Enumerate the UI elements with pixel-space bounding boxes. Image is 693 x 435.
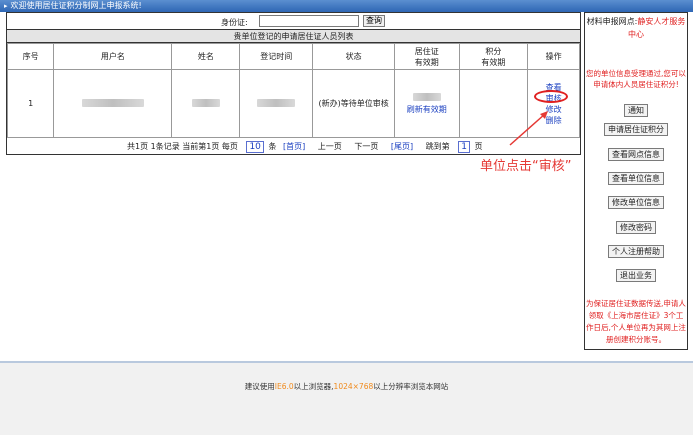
col-score-validity: 积分 有效期 xyxy=(458,43,529,70)
footer: 建议使用IE6.0以上浏览器,1024×768以上分辨率浏览本网站 xyxy=(0,361,693,435)
sidebar-bottom-note: 为保证居住证数据传送,申请人领取《上海市居住证》3个工作日后,个人单位再为其网上… xyxy=(586,299,686,344)
pagination-bar: 共1页 1条记录 当前第1页 每页 10 条 [首页] 上一页 下一页 [尾页]… xyxy=(7,139,580,155)
last-page-link[interactable]: [尾页] xyxy=(391,139,413,155)
row-username xyxy=(53,69,173,138)
col-permit-validity: 居住证 有效期 xyxy=(394,43,460,70)
sidebar-approval-note: 您的单位信息受理通过,您可以申请体内人员居住证积分! xyxy=(586,69,686,89)
row-score-validity xyxy=(458,69,529,138)
next-page-link[interactable]: 下一页 xyxy=(354,139,378,155)
redacted-time xyxy=(257,98,296,107)
page-summary: 共1页 1条记录 当前第1页 每页 xyxy=(127,142,238,151)
row-index: 1 xyxy=(6,69,55,138)
id-card-label: 身份证: xyxy=(221,18,248,27)
col-username: 用户名 xyxy=(53,43,173,70)
view-service-point-button[interactable]: 查看网点信息 xyxy=(608,148,664,161)
notice-button[interactable]: 通知 xyxy=(624,104,648,117)
col-register-time: 登记时间 xyxy=(239,43,314,70)
goto-page-input[interactable]: 1 xyxy=(458,141,470,153)
page-size-unit: 条 xyxy=(268,142,277,151)
browser-recommendation: 建议使用IE6.0以上浏览器,1024×768以上分辨率浏览本网站 xyxy=(0,381,693,392)
goto-unit: 页 xyxy=(474,142,483,151)
change-password-button[interactable]: 修改密码 xyxy=(616,221,656,234)
edit-unit-info-button[interactable]: 修改单位信息 xyxy=(608,196,664,209)
prev-page-link[interactable]: 上一页 xyxy=(318,139,342,155)
service-point-value: 静安人才服务中心 xyxy=(628,17,686,39)
col-name: 姓名 xyxy=(171,43,241,70)
footer-browser: IE6.0 xyxy=(274,382,294,391)
welcome-text: 欢迎使用居住证积分制网上申报系统! xyxy=(10,1,142,10)
logout-button[interactable]: 退出业务 xyxy=(616,269,656,282)
footer-prefix: 建议使用 xyxy=(244,382,275,391)
apply-score-button[interactable]: 申请居住证积分 xyxy=(604,123,668,136)
page-size-input[interactable]: 10 xyxy=(246,141,264,153)
edit-link[interactable]: 修改 xyxy=(528,104,579,115)
footer-suffix: 以上分辨率浏览本网站 xyxy=(373,382,449,391)
first-page-link[interactable]: [首页] xyxy=(283,139,305,155)
top-banner: ▸ 欢迎使用居住证积分制网上申报系统! xyxy=(0,0,693,12)
applicant-table: 序号 用户名 姓名 登记时间 状态 居住证 有效期 积分 有效期 操作 1 (新… xyxy=(6,43,580,138)
row-register-time xyxy=(239,69,314,138)
row-name xyxy=(171,69,241,138)
sidebar-service-point: 材料申报网点:静安人才服务中心 xyxy=(585,15,687,41)
register-help-button[interactable]: 个人注册帮助 xyxy=(608,245,664,258)
goto-label: 跳到第 xyxy=(425,142,450,151)
id-card-input[interactable] xyxy=(259,15,359,27)
table-header-row: 序号 用户名 姓名 登记时间 状态 居住证 有效期 积分 有效期 操作 xyxy=(6,43,580,70)
query-button[interactable]: 查询 xyxy=(363,15,385,27)
col-index: 序号 xyxy=(6,43,55,70)
footer-resolution: 1024×768 xyxy=(333,382,374,391)
redacted-username xyxy=(81,98,144,107)
footer-mid: 以上浏览器, xyxy=(293,382,334,391)
row-status: (新办)等待单位审核 xyxy=(312,69,396,138)
service-point-label: 材料申报网点: xyxy=(586,17,638,26)
main-panel: 身份证: 查询 贵单位登记的申请居住证人员列表 序号 用户名 姓名 登记时间 状… xyxy=(6,12,581,155)
col-operations: 操作 xyxy=(527,43,580,70)
annotation-text: 单位点击“审核” xyxy=(480,159,572,174)
view-unit-info-button[interactable]: 查看单位信息 xyxy=(608,172,664,185)
row-permit-validity: 刷新有效期 xyxy=(394,69,460,138)
delete-link[interactable]: 删除 xyxy=(528,115,579,126)
triangle-icon: ▸ xyxy=(4,2,8,10)
redacted-permit-date xyxy=(412,92,441,101)
row-operations: 查看 审核 修改 删除 xyxy=(527,69,580,138)
sidebar: 材料申报网点:静安人才服务中心 您的单位信息受理通过,您可以申请体内人员居住证积… xyxy=(584,12,688,350)
list-caption: 贵单位登记的申请居住证人员列表 xyxy=(7,30,580,43)
table-row: 1 (新办)等待单位审核 刷新有效期 查看 审核 修改 删除 xyxy=(6,69,580,138)
col-status: 状态 xyxy=(312,43,396,70)
search-row: 身份证: 查询 xyxy=(7,13,580,30)
refresh-validity-link[interactable]: 刷新有效期 xyxy=(395,104,459,115)
redacted-name xyxy=(191,98,220,107)
